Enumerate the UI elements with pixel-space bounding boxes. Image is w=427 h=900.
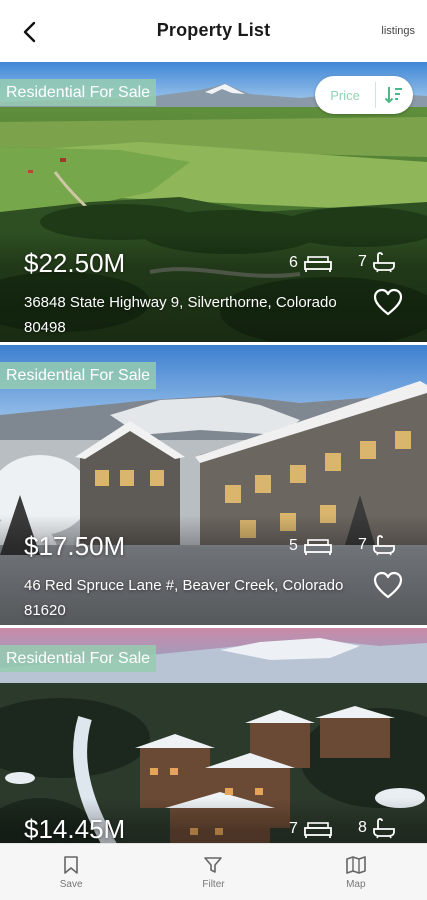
- bathtub-icon: [373, 818, 395, 839]
- filter-icon: [204, 856, 223, 873]
- favorite-button[interactable]: [373, 571, 405, 601]
- baths-value: 8: [358, 819, 367, 836]
- beds-count: 7: [289, 819, 333, 839]
- bottom-nav: Save Filter Map: [0, 843, 427, 900]
- listing-address: 46 Red Spruce Lane #, Beaver Creek, Colo…: [24, 577, 344, 619]
- nav-map[interactable]: Map: [285, 844, 427, 900]
- bathtub-icon: [373, 535, 395, 556]
- listing-price: $17.50M: [24, 531, 126, 561]
- property-card[interactable]: Residential For Sale $14.45M 7 8: [0, 628, 427, 843]
- beds-value: 7: [289, 820, 298, 837]
- bed-icon: [304, 256, 332, 272]
- baths-value: 7: [358, 536, 367, 553]
- baths-count: 7: [358, 534, 396, 556]
- status-badge: Residential For Sale: [0, 645, 157, 672]
- heart-icon: [373, 571, 403, 599]
- heart-icon: [373, 288, 403, 316]
- status-badge: Residential For Sale: [0, 362, 157, 389]
- bed-icon: [304, 539, 332, 555]
- baths-value: 7: [358, 253, 367, 270]
- listing-address: 36848 State Highway 9, Silverthorne, Col…: [24, 294, 337, 336]
- property-card[interactable]: Residential For Sale $17.50M 5 7 46 Red …: [0, 345, 427, 625]
- nav-save[interactable]: Save: [0, 844, 142, 900]
- price-sort-toggle[interactable]: Price: [315, 76, 413, 114]
- listing-price: $22.50M: [24, 248, 126, 278]
- sort-descending-icon[interactable]: [376, 85, 412, 105]
- property-card[interactable]: Residential For Sale Price $22.50M 6 7 3…: [0, 62, 427, 342]
- header: Property List listings: [0, 0, 427, 62]
- beds-value: 6: [289, 254, 298, 271]
- price-sort-label: Price: [330, 87, 360, 103]
- bed-icon: [304, 822, 332, 838]
- nav-save-label: Save: [59, 878, 83, 890]
- nav-filter-label: Filter: [202, 878, 225, 890]
- favorite-button[interactable]: [373, 288, 405, 318]
- property-list[interactable]: Residential For Sale Price $22.50M 6 7 3…: [0, 62, 427, 843]
- bathtub-icon: [373, 252, 395, 273]
- page-title: Property List: [156, 20, 271, 40]
- map-icon: [346, 855, 366, 874]
- nav-filter[interactable]: Filter: [142, 844, 284, 900]
- listings-link[interactable]: listings: [381, 25, 415, 37]
- nav-map-label: Map: [346, 878, 366, 890]
- bookmark-icon: [64, 855, 78, 874]
- beds-count: 6: [289, 253, 333, 273]
- listing-price: $14.45M: [24, 814, 126, 843]
- baths-count: 8: [358, 817, 396, 839]
- baths-count: 7: [358, 251, 396, 273]
- beds-value: 5: [289, 537, 298, 554]
- status-badge: Residential For Sale: [0, 79, 157, 106]
- beds-count: 5: [289, 536, 333, 556]
